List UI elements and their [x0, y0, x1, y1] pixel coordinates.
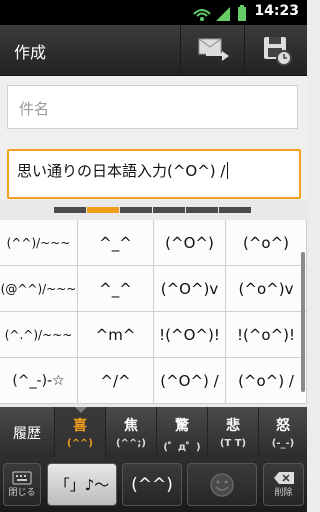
delete-button[interactable]: 削除 — [263, 463, 304, 506]
save-draft-button[interactable] — [244, 25, 308, 75]
tab-emoticon: (-_-) — [271, 438, 295, 449]
emoticon-key[interactable]: (^O^) / — [154, 358, 226, 404]
close-keyboard-button[interactable]: 閉じる — [3, 463, 41, 506]
page-dot-active — [87, 207, 119, 213]
page-dot — [186, 207, 218, 213]
status-icon-group — [193, 5, 246, 21]
emoticon-key[interactable]: (^^)/~~~ — [0, 220, 78, 266]
emoticon-key[interactable]: (^.^)/~~~ — [0, 312, 78, 358]
tab-emoticon: (^^;) — [116, 438, 146, 449]
close-label: 閉じる — [8, 488, 36, 498]
tab-label: 悲 — [226, 418, 240, 434]
save-timer-icon — [263, 37, 292, 66]
emoticon-key[interactable]: (^O^) — [154, 220, 226, 266]
tab-impatience[interactable]: 焦 (^^;) — [105, 407, 156, 457]
tab-anger[interactable]: 怒 (-_-) — [258, 407, 307, 457]
status-bar: 14:23 — [0, 0, 307, 25]
body-field[interactable]: 思い通りの日本語入力(^O^) / — [7, 149, 301, 199]
emoticon-keyboard: (^^)/~~~ ^_^ (^O^) (^o^) (@^^)/~~~ ^_^ (… — [0, 200, 307, 512]
body-text: 思い通りの日本語入力(^O^) / — [17, 160, 229, 181]
tab-emoticon: (T T) — [219, 438, 247, 449]
page-dot — [54, 207, 86, 213]
emoticon-key[interactable]: !(^o^)! — [226, 312, 307, 358]
tab-label: 喜 — [73, 418, 87, 434]
keyboard-icon — [12, 471, 32, 485]
compose-form: 件名 思い通りの日本語入力(^O^) / — [0, 76, 307, 200]
tab-label: 焦 — [124, 418, 138, 434]
tab-surprise[interactable]: 驚 (゜д゜) — [156, 407, 207, 457]
emoticon-key[interactable]: (@^^)/~~~ — [0, 266, 78, 312]
emoticon-key[interactable]: (^O^)v — [154, 266, 226, 312]
tab-label: 驚 — [175, 418, 189, 434]
emoticon-key[interactable]: (^o^) — [226, 220, 307, 266]
emoticon-key[interactable]: (^o^)v — [226, 266, 307, 312]
category-tabs: 履歴 喜 (^^) 焦 (^^;) 驚 (゜д゜) 悲 (T T) 怒 (-_-… — [0, 407, 307, 457]
screen-title: 作成 — [14, 43, 47, 62]
delete-label: 削除 — [274, 488, 293, 498]
tab-history[interactable]: 履歴 — [0, 407, 54, 457]
text-cursor — [227, 162, 229, 179]
tab-joy[interactable]: 喜 (^^) — [54, 407, 105, 457]
subject-placeholder: 件名 — [19, 100, 50, 118]
page-dot — [120, 207, 152, 213]
page-dot — [219, 207, 251, 213]
emoticon-key[interactable]: !(^O^)! — [154, 312, 226, 358]
tab-sadness[interactable]: 悲 (T T) — [207, 407, 258, 457]
emoji-mode-button[interactable] — [187, 463, 257, 506]
tab-label: 怒 — [276, 418, 290, 434]
page-dot — [153, 207, 185, 213]
symbol-mode-button[interactable]: 「」♪～ — [47, 463, 117, 506]
emoticon-key[interactable]: ^m^ — [78, 312, 154, 358]
emoticon-key[interactable]: (^o^) / — [226, 358, 307, 404]
emoticon-key[interactable]: ^_^ — [78, 266, 154, 312]
send-mail-icon — [198, 38, 229, 61]
tab-emoticon: (^^) — [67, 438, 93, 449]
tab-label: 履歴 — [13, 426, 41, 442]
emoticon-key[interactable]: ^/^ — [78, 358, 154, 404]
signal-icon — [216, 7, 230, 21]
subject-field[interactable]: 件名 — [7, 85, 298, 129]
page-indicator — [54, 207, 251, 213]
send-button[interactable] — [180, 25, 244, 75]
grid-scrollbar[interactable] — [301, 252, 305, 392]
tab-emoticon: (゜д゜) — [163, 442, 201, 453]
action-bar: 作成 — [0, 25, 307, 76]
battery-icon — [238, 7, 246, 21]
clock: 14:23 — [254, 3, 299, 19]
emoticon-key[interactable]: (^_-)-☆ — [0, 358, 78, 404]
smiley-icon — [210, 472, 234, 497]
emoticon-mode-button[interactable]: (^^) — [122, 463, 182, 506]
emoticon-key[interactable]: ^_^ — [78, 220, 154, 266]
emoticon-grid: (^^)/~~~ ^_^ (^O^) (^o^) (@^^)/~~~ ^_^ (… — [0, 220, 307, 406]
body-text-value: 思い通りの日本語入力(^O^) / — [17, 162, 226, 180]
backspace-icon — [273, 472, 294, 484]
keyboard-bottom-bar: 閉じる 「」♪～ (^^) 削除 — [0, 457, 307, 512]
status-icons — [192, 4, 262, 22]
